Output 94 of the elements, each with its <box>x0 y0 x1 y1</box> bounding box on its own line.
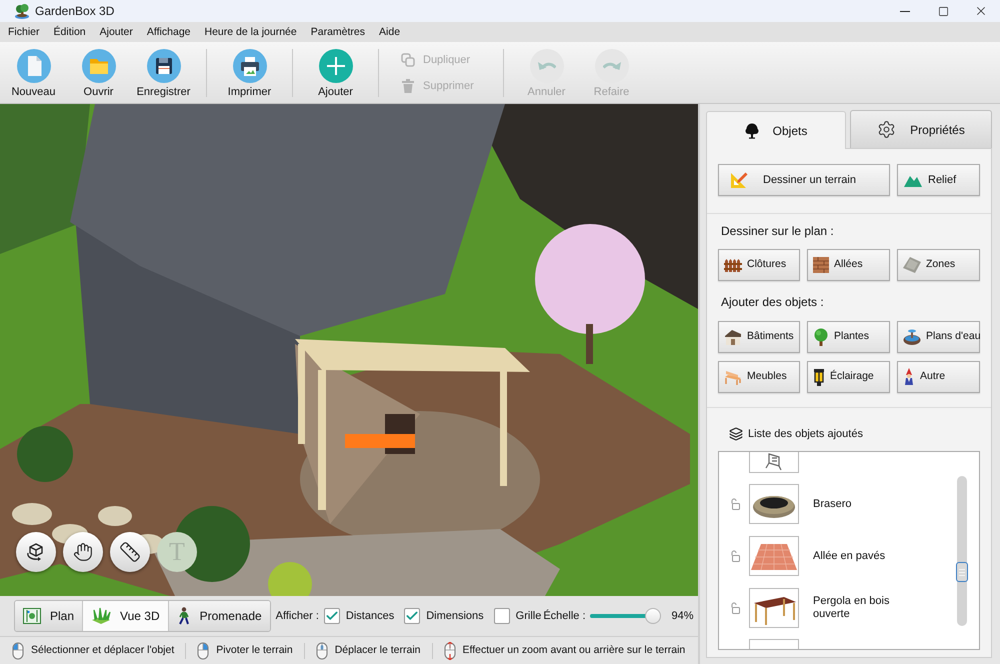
brick-wall-icon <box>813 257 829 273</box>
category-button[interactable]: Autre <box>897 361 980 393</box>
checkbox[interactable] <box>404 608 420 624</box>
terrain-button[interactable]: Dessiner un terrain <box>718 164 890 196</box>
menu-item[interactable]: Édition <box>54 22 86 42</box>
scrollbar-thumb[interactable] <box>956 562 968 582</box>
option-label: Dimensions <box>426 608 484 624</box>
menu-item[interactable]: Paramètres <box>310 22 366 42</box>
window-title: GardenBox 3D <box>35 3 114 19</box>
bench-icon <box>724 369 742 385</box>
menu-item[interactable]: Affichage <box>146 22 190 42</box>
maximize-icon <box>938 6 948 16</box>
checkbox[interactable] <box>324 608 340 624</box>
category-button[interactable]: Éclairage <box>807 361 890 393</box>
scale-slider[interactable] <box>590 608 658 624</box>
toolbar-button[interactable]: Enregistrer <box>131 42 196 103</box>
object-list-item[interactable]: Brasero <box>719 478 979 530</box>
view-tab[interactable]: Vue 3D <box>82 601 168 631</box>
section-heading: Ajouter des objets : <box>720 294 825 310</box>
menu-item[interactable]: Ajouter <box>100 22 133 42</box>
menu-item[interactable]: Aide <box>379 22 400 42</box>
category-button[interactable]: Allées <box>807 249 890 281</box>
open-padlock-icon <box>731 498 741 510</box>
undo-arrow-icon <box>538 61 556 71</box>
map-icon <box>23 608 41 624</box>
settings-icon <box>877 120 896 139</box>
mouse-icon <box>12 642 24 660</box>
mouse-icon <box>316 642 328 660</box>
toolbar-button[interactable]: Nouveau <box>1 42 66 103</box>
mouse-icon <box>197 642 210 660</box>
object-list-item[interactable]: Allée en pavés <box>719 530 979 582</box>
tile-icon <box>903 257 921 273</box>
mouse-icon <box>444 642 456 660</box>
plus-icon <box>318 49 352 83</box>
status-hint: Pivoter le terrain <box>216 642 293 658</box>
fence-icon <box>724 258 742 272</box>
panel-tab[interactable]: Objets <box>706 111 846 149</box>
toolbar-button[interactable]: Imprimer <box>217 42 282 103</box>
view-tab[interactable]: Plan <box>15 601 82 631</box>
checkbox[interactable] <box>494 608 510 624</box>
walking-person-icon <box>176 607 191 625</box>
ruler-icon <box>119 541 141 563</box>
document-icon <box>16 49 50 83</box>
toolbar-button[interactable]: Ouvrir <box>66 42 131 103</box>
option-label: Grille <box>516 608 542 624</box>
scale-label: Échelle : <box>543 608 586 624</box>
minimize-icon <box>900 10 910 12</box>
house-icon <box>724 329 742 345</box>
tree-icon <box>744 122 759 138</box>
section-heading: Dessiner sur le plan : <box>720 223 835 239</box>
toolbar-button[interactable]: Ajouter <box>303 42 368 103</box>
status-hint: Effectuer un zoom avant ou arrière sur le terrain <box>462 642 686 658</box>
printer-icon <box>232 49 266 83</box>
checkmark-icon <box>324 609 339 623</box>
checkmark-icon <box>405 609 420 623</box>
open-padlock-icon <box>731 550 741 562</box>
tree-icon <box>813 328 829 346</box>
menu-item[interactable]: Heure de la journée <box>204 22 297 42</box>
category-button[interactable]: Bâtiments <box>718 321 800 353</box>
hand-icon <box>73 542 93 562</box>
set-square-pencil-icon <box>730 171 748 189</box>
lantern-icon <box>813 368 825 386</box>
slider-thumb[interactable] <box>645 608 662 624</box>
redo-arrow-icon <box>602 61 620 71</box>
layers-icon <box>729 427 743 441</box>
fountain-icon <box>903 328 921 346</box>
scrollbar-track[interactable] <box>957 476 967 626</box>
category-button[interactable]: Plantes <box>807 321 890 353</box>
category-button[interactable]: Plans d'eau <box>897 321 980 353</box>
category-button[interactable]: Meubles <box>718 361 800 393</box>
gnome-icon <box>903 368 915 386</box>
copy-icon <box>401 52 415 66</box>
object-list-item[interactable]: Pergola en bois ouverte <box>719 582 979 634</box>
status-hint: Déplacer le terrain <box>334 642 421 658</box>
show-label: Afficher : <box>276 608 319 624</box>
status-hint: Sélectionner et déplacer l'objet <box>31 642 174 658</box>
folder-icon <box>82 49 116 83</box>
grass-icon <box>91 607 112 625</box>
menu-item[interactable]: Fichier <box>8 22 40 42</box>
garden-tree-logo-icon <box>15 3 29 19</box>
fire-pit-thumbnail <box>749 484 799 524</box>
open-padlock-icon <box>731 602 741 614</box>
terrain-button[interactable]: Relief <box>897 164 980 196</box>
category-button[interactable]: Clôtures <box>718 249 800 281</box>
floppy-disk-icon <box>146 49 180 83</box>
view-tab[interactable]: Promenade <box>168 601 270 631</box>
trash-icon <box>401 78 415 92</box>
scale-value: 94% <box>672 608 694 624</box>
pergola-thumbnail <box>749 588 799 628</box>
category-button[interactable]: Zones <box>897 249 980 281</box>
panel-tab[interactable]: Propriétés <box>850 110 992 148</box>
option-label: Distances <box>346 608 394 624</box>
list-heading: Liste des objets ajoutés <box>748 426 863 442</box>
paving-thumbnail <box>749 536 799 576</box>
